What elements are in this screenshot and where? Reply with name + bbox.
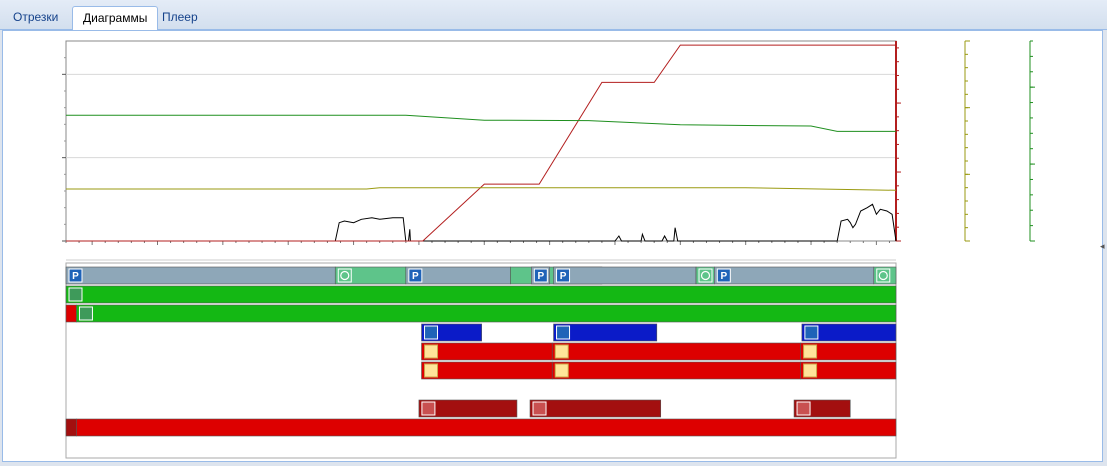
event-bar[interactable]: [714, 266, 875, 285]
hammer-icon: [421, 401, 436, 416]
event-bar[interactable]: [76, 304, 897, 323]
folder-icon: [424, 363, 439, 378]
folder-icon: [424, 344, 439, 359]
tab-diagrams[interactable]: Диаграммы: [72, 6, 159, 30]
parking-icon-glyph: P: [412, 271, 419, 282]
tab-segments[interactable]: Отрезки: [3, 6, 68, 30]
diagram-canvas[interactable]: PPPPP: [3, 31, 1102, 461]
app-window: Отрезки Диаграммы Плеер P P P P P ◂: [0, 0, 1107, 466]
event-bar[interactable]: [65, 418, 77, 437]
event-bar[interactable]: [529, 399, 662, 418]
event-bar[interactable]: [421, 361, 553, 380]
parking-icon-glyph: P: [560, 271, 567, 282]
event-bar[interactable]: [76, 418, 897, 437]
tab-bar: Отрезки Диаграммы Плеер: [0, 0, 1107, 30]
hammer-icon: [796, 401, 811, 416]
splitter-handle[interactable]: ◂: [1100, 240, 1105, 252]
fuel-nozzle-icon: [424, 325, 439, 340]
event-bar[interactable]: [551, 361, 801, 380]
parking-icon-glyph: P: [720, 271, 727, 282]
folder-icon: [803, 344, 818, 359]
hammer-icon: [532, 401, 547, 416]
fuel-nozzle-icon: [556, 325, 571, 340]
power-plug-icon: [68, 287, 83, 302]
fuel-nozzle-icon: [804, 325, 819, 340]
diagram-panel: PPPPP: [2, 30, 1103, 462]
event-bar[interactable]: [65, 304, 77, 323]
event-bar[interactable]: [553, 266, 697, 285]
event-bar[interactable]: [551, 342, 801, 361]
parking-icon-glyph: P: [537, 271, 544, 282]
event-bar[interactable]: [421, 342, 553, 361]
event-bar[interactable]: [65, 266, 336, 285]
plot-area: [65, 40, 897, 242]
signal-icon: [78, 306, 93, 321]
folder-icon: [554, 363, 569, 378]
event-bar[interactable]: [65, 285, 897, 304]
tab-player[interactable]: Плеер: [152, 6, 208, 30]
folder-icon: [554, 344, 569, 359]
folder-icon: [803, 363, 818, 378]
parking-icon-glyph: P: [72, 271, 79, 282]
